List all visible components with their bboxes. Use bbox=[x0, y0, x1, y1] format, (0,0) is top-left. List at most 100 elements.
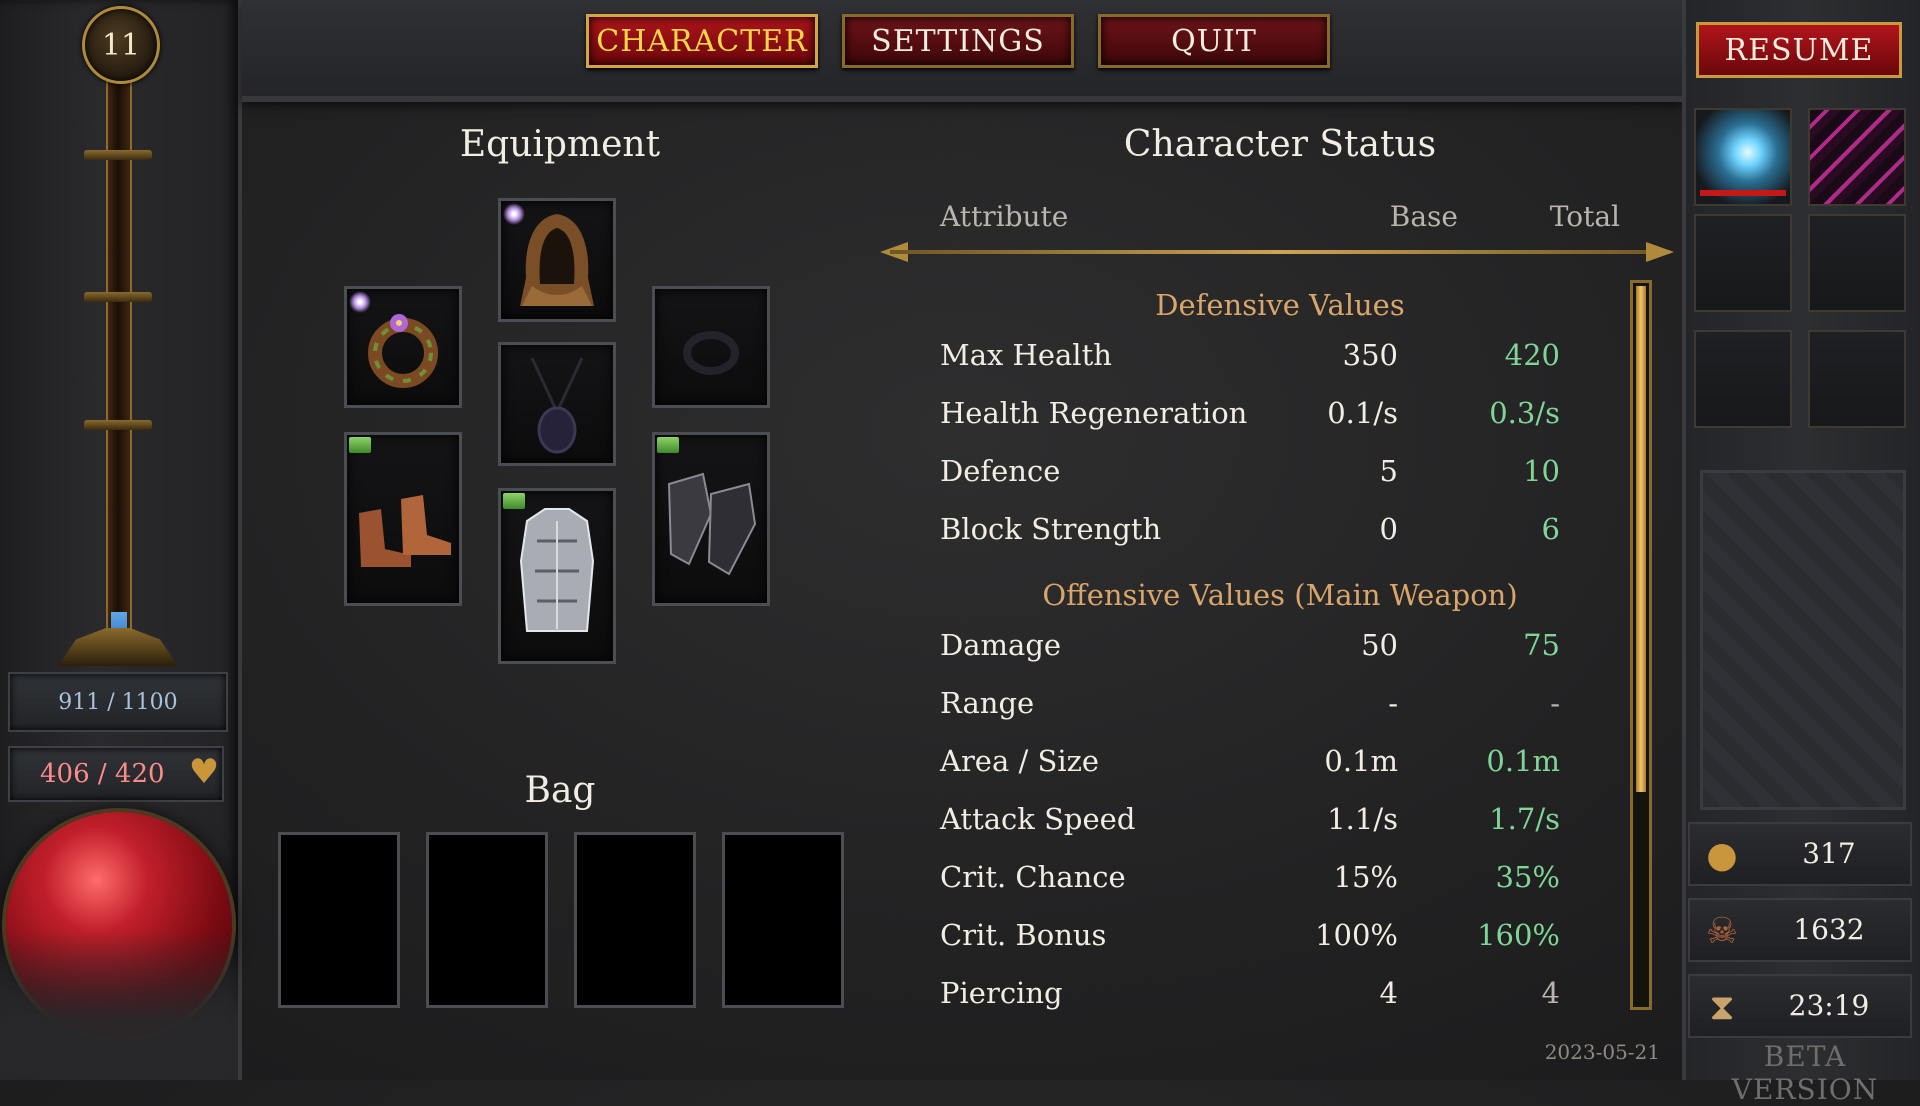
equip-slot-chest[interactable] bbox=[498, 488, 616, 664]
stat-row: Defence 5 10 bbox=[940, 454, 1620, 502]
claw-slash-skill-icon[interactable] bbox=[1808, 108, 1906, 206]
stat-row: Damage 50 75 bbox=[940, 628, 1620, 676]
build-date: 2023-05-21 bbox=[1544, 1040, 1660, 1064]
stat-name: Crit. Bonus bbox=[940, 918, 1107, 952]
bag-slot[interactable] bbox=[426, 832, 548, 1008]
stat-total: 420 bbox=[1504, 338, 1560, 372]
skull-icon: ☠ bbox=[1705, 911, 1739, 952]
stat-name: Crit. Chance bbox=[940, 860, 1126, 894]
gold-counter: ● 317 bbox=[1688, 822, 1912, 886]
orb-claw-frame bbox=[0, 930, 238, 1080]
gauntlets-icon bbox=[667, 472, 757, 576]
header-divider bbox=[890, 250, 1670, 254]
equip-slot-boots[interactable] bbox=[344, 432, 462, 606]
character-status-title: Character Status bbox=[1123, 124, 1437, 165]
equip-slot-ring-right[interactable] bbox=[652, 286, 770, 408]
stat-total: 35% bbox=[1495, 860, 1560, 894]
stat-row: Crit. Bonus 100% 160% bbox=[940, 918, 1620, 966]
xp-bar bbox=[106, 78, 132, 658]
stat-row: Attack Speed 1.1/s 1.7/s bbox=[940, 802, 1620, 850]
bag-slot[interactable] bbox=[278, 832, 400, 1008]
stat-base: 0 bbox=[1379, 512, 1398, 546]
column-header-attribute: Attribute bbox=[940, 200, 1069, 233]
amulet-icon bbox=[530, 357, 584, 454]
stat-name: Block Strength bbox=[940, 512, 1162, 546]
boots-icon bbox=[359, 495, 451, 567]
stat-row: Block Strength 0 6 bbox=[940, 512, 1620, 560]
level-badge: 11 bbox=[82, 6, 160, 84]
plate-armor-icon bbox=[519, 508, 595, 632]
ring-icon bbox=[683, 331, 739, 375]
stat-base: 4 bbox=[1379, 976, 1398, 1010]
equipment-title: Equipment bbox=[459, 124, 661, 165]
empty-skill-slot[interactable] bbox=[1694, 214, 1792, 312]
bag-slot[interactable] bbox=[722, 832, 844, 1008]
empty-skill-slot[interactable] bbox=[1808, 214, 1906, 312]
rail-ornament bbox=[84, 420, 152, 430]
stat-name: Range bbox=[940, 686, 1035, 720]
offensive-values-title: Offensive Values (Main Weapon) bbox=[1042, 578, 1518, 612]
stat-row: Max Health 350 420 bbox=[940, 338, 1620, 386]
equip-slot-amulet[interactable] bbox=[498, 342, 616, 466]
equip-slot-head[interactable] bbox=[498, 198, 616, 322]
column-header-base: Base bbox=[1389, 200, 1458, 233]
rail-ornament bbox=[84, 292, 152, 302]
stat-row: Area / Size 0.1m 0.1m bbox=[940, 744, 1620, 792]
stat-total: 4 bbox=[1541, 976, 1560, 1010]
stat-total: 160% bbox=[1477, 918, 1560, 952]
stat-name: Max Health bbox=[940, 338, 1112, 372]
stat-base: 1.1/s bbox=[1327, 802, 1398, 836]
rail-ornament bbox=[84, 150, 152, 160]
anatomical-heart-icon: ♥ bbox=[188, 752, 220, 792]
stat-name: Damage bbox=[940, 628, 1062, 662]
quit-button[interactable]: QUIT bbox=[1098, 14, 1330, 68]
stat-total: 1.7/s bbox=[1489, 802, 1560, 836]
stat-base: - bbox=[1388, 686, 1398, 720]
xp-counter: 911 / 1100 bbox=[8, 672, 228, 732]
empty-skill-slot[interactable] bbox=[1808, 330, 1906, 428]
stat-base: 15% bbox=[1333, 860, 1398, 894]
stat-base: 0.1/s bbox=[1327, 396, 1398, 430]
skill-cooldown-bar bbox=[1700, 190, 1786, 196]
divider-arrow-right-icon bbox=[1646, 242, 1674, 262]
rarity-tag-icon bbox=[503, 493, 525, 509]
beta-version-label: BETA VERSION bbox=[1731, 1040, 1879, 1106]
stat-base: 350 bbox=[1342, 338, 1398, 372]
kill-counter: ☠ 1632 bbox=[1688, 898, 1912, 962]
resume-button[interactable]: RESUME bbox=[1696, 22, 1902, 78]
stat-name: Attack Speed bbox=[940, 802, 1136, 836]
stat-name: Piercing bbox=[940, 976, 1063, 1010]
stat-base: 100% bbox=[1315, 918, 1398, 952]
kill-count-value: 1632 bbox=[1793, 913, 1865, 946]
column-header-total: Total bbox=[1549, 200, 1620, 233]
scrollbar-thumb[interactable] bbox=[1636, 286, 1646, 792]
stat-row: Piercing 4 4 bbox=[940, 976, 1620, 1024]
gold-value: 317 bbox=[1802, 837, 1856, 870]
equip-slot-gloves[interactable] bbox=[652, 432, 770, 606]
stat-row: Crit. Chance 15% 35% bbox=[940, 860, 1620, 908]
bag-slot[interactable] bbox=[574, 832, 696, 1008]
defensive-values-title: Defensive Values bbox=[1155, 288, 1405, 322]
rarity-tag-icon bbox=[349, 291, 371, 313]
stat-total: 6 bbox=[1541, 512, 1560, 546]
character-button[interactable]: CHARACTER bbox=[586, 14, 818, 68]
timer-value: 23:19 bbox=[1788, 989, 1870, 1022]
stat-total: 10 bbox=[1523, 454, 1560, 488]
stat-row: Health Regeneration 0.1/s 0.3/s bbox=[940, 396, 1620, 444]
rarity-tag-icon bbox=[657, 437, 679, 453]
stat-total: 75 bbox=[1523, 628, 1560, 662]
ornamental-panel bbox=[1700, 470, 1906, 810]
empty-skill-slot[interactable] bbox=[1694, 330, 1792, 428]
timer: ⧗ 23:19 bbox=[1688, 974, 1912, 1038]
settings-button[interactable]: SETTINGS bbox=[842, 14, 1074, 68]
stat-total: 0.3/s bbox=[1489, 396, 1560, 430]
stat-total: 0.1m bbox=[1486, 744, 1560, 778]
rarity-tag-icon bbox=[349, 437, 371, 453]
hourglass-icon: ⧗ bbox=[1709, 987, 1735, 1028]
rarity-tag-icon bbox=[503, 203, 525, 225]
stat-base: 0.1m bbox=[1324, 744, 1398, 778]
equip-slot-ring-left[interactable] bbox=[344, 286, 462, 408]
stat-base: 50 bbox=[1361, 628, 1398, 662]
stat-row: Range - - bbox=[940, 686, 1620, 734]
stat-total: - bbox=[1550, 686, 1560, 720]
